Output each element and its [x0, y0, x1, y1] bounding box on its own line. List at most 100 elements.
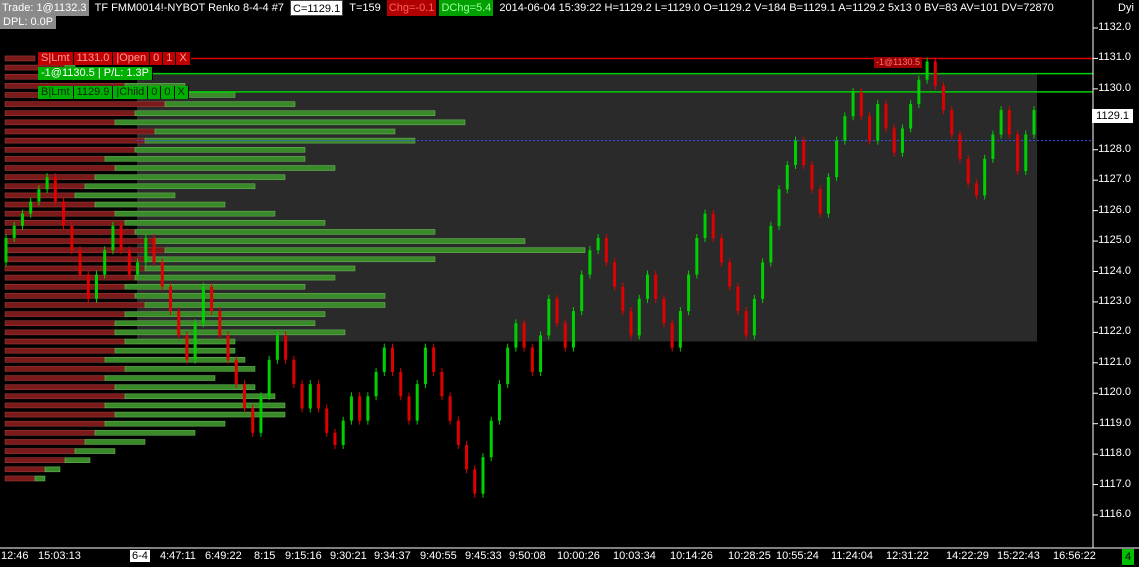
- sell-order-qty[interactable]: 1: [163, 52, 177, 65]
- renko-brick-up: [900, 128, 904, 153]
- sell-order-type: S|Lmt: [38, 52, 74, 65]
- time-label: 15:22:43: [997, 550, 1040, 562]
- renko-brick-down: [555, 298, 559, 324]
- price-label: 1122.0: [1098, 325, 1131, 338]
- renko-brick-up: [29, 201, 33, 214]
- renko-brick-up: [514, 323, 518, 348]
- renko-brick-down: [333, 432, 337, 445]
- vp-down-bar: [4, 238, 156, 244]
- time-label: 12:31:22: [886, 550, 929, 562]
- renko-brick-up: [571, 311, 575, 348]
- renko-brick-down: [160, 262, 164, 287]
- vp-down-bar: [4, 448, 76, 454]
- renko-brick-up: [1032, 110, 1036, 135]
- renko-brick-down: [744, 311, 748, 336]
- buy-limit-order-bar[interactable]: B|Lmt 1129.9 |Child 0 0 X: [38, 86, 189, 99]
- position-bar[interactable]: -1@1130.5 | P/L: 1.3P: [38, 67, 153, 80]
- renko-brick-down: [958, 134, 962, 159]
- vp-down-bar: [4, 156, 106, 162]
- renko-brick-down: [818, 189, 822, 214]
- sell-order-price[interactable]: 1131.0: [74, 52, 114, 65]
- buy-order-cancel-button[interactable]: X: [175, 86, 189, 99]
- chart-header: Trade: 1@1132.3 TF FMM0014!-NYBOT Renko …: [0, 0, 1096, 16]
- renko-brick-down: [966, 158, 970, 184]
- renko-brick-down: [70, 225, 74, 251]
- renko-brick-up: [111, 225, 115, 251]
- time-label: 10:55:24: [776, 550, 819, 562]
- renko-brick-up: [826, 177, 830, 214]
- buy-order-qty[interactable]: 0: [161, 86, 175, 99]
- time-label: 4:47:11: [160, 550, 196, 562]
- renko-brick-up: [539, 335, 543, 372]
- renko-brick-down: [448, 396, 452, 421]
- renko-brick-down: [892, 128, 896, 153]
- buy-order-price[interactable]: 1129.9: [74, 86, 114, 99]
- renko-brick-down: [399, 371, 403, 397]
- time-label: 9:40:55: [420, 550, 457, 562]
- vp-up-bar: [84, 183, 256, 190]
- renko-brick-down: [86, 274, 90, 299]
- vp-down-bar: [4, 265, 146, 272]
- vp-up-bar: [114, 384, 256, 390]
- renko-brick-down: [78, 250, 82, 275]
- vp-down-bar: [4, 165, 116, 171]
- vp-down-bar: [4, 274, 136, 281]
- buy-order-status: |Child: [113, 86, 149, 99]
- vp-down-bar: [4, 402, 106, 409]
- renko-brick-down: [391, 347, 395, 372]
- vp-up-bar: [164, 247, 586, 253]
- renko-brick-up: [136, 262, 140, 275]
- renko-brick-down: [325, 408, 329, 433]
- time-label: 10:14:26: [670, 550, 713, 562]
- renko-brick-down: [473, 469, 477, 494]
- trade-readout[interactable]: Trade: 1@1132.3: [0, 0, 89, 16]
- renko-brick-up: [4, 238, 8, 263]
- renko-brick-down: [950, 110, 954, 135]
- daily-change-value: DChg=5.4: [439, 0, 494, 16]
- vp-up-bar: [134, 110, 436, 116]
- sell-limit-order-bar[interactable]: S|Lmt 1131.0 |Open 0 1 X: [38, 52, 191, 65]
- renko-brick-up: [341, 420, 345, 445]
- renko-brick-up: [835, 140, 839, 178]
- time-label: 11:24:04: [831, 550, 874, 562]
- renko-brick-up: [983, 158, 987, 196]
- price-label: 1131.0: [1098, 51, 1131, 64]
- vp-down-bar: [4, 393, 126, 400]
- renko-brick-down: [859, 91, 863, 117]
- vp-up-bar: [64, 457, 91, 463]
- vp-down-bar: [4, 101, 166, 107]
- renko-brick-up: [481, 457, 485, 494]
- vp-down-bar: [4, 375, 106, 381]
- renko-brick-down: [1016, 134, 1020, 172]
- sell-order-cancel-button[interactable]: X: [176, 52, 191, 65]
- time-label: 9:30:21: [330, 550, 367, 562]
- renko-brick-up: [382, 347, 386, 372]
- vp-down-bar: [4, 329, 116, 336]
- time-label: 16:56:22: [1053, 550, 1096, 562]
- price-label: 1128.0: [1098, 142, 1131, 155]
- renko-brick-down: [662, 298, 666, 324]
- renko-brick-down: [358, 396, 362, 421]
- vp-down-bar: [4, 420, 106, 427]
- vp-down-bar: [4, 293, 136, 299]
- renko-brick-down: [185, 335, 189, 360]
- time-axis[interactable]: 12:46 15:03:13 6-4 4:47:11 6:49:22 8:15 …: [0, 548, 1139, 567]
- renko-brick-up: [991, 134, 995, 159]
- vp-up-bar: [74, 448, 116, 454]
- vp-up-bar: [134, 147, 306, 153]
- vp-down-bar: [4, 183, 86, 190]
- renko-brick-up: [103, 250, 107, 275]
- price-label: 1118.0: [1098, 447, 1131, 460]
- vp-up-bar: [104, 420, 226, 427]
- corner-button[interactable]: 4: [1122, 549, 1134, 565]
- renko-brick-up: [415, 384, 419, 421]
- time-label: 10:00:26: [557, 550, 600, 562]
- time-label: 9:15:16: [285, 550, 322, 562]
- vp-up-bar: [104, 375, 216, 381]
- vp-down-bar: [4, 128, 156, 135]
- renko-brick-down: [719, 238, 723, 263]
- vp-up-bar: [114, 165, 336, 171]
- price-label: 1132.0: [1098, 21, 1131, 33]
- renko-brick-up: [909, 104, 913, 129]
- renko-brick-down: [530, 347, 534, 372]
